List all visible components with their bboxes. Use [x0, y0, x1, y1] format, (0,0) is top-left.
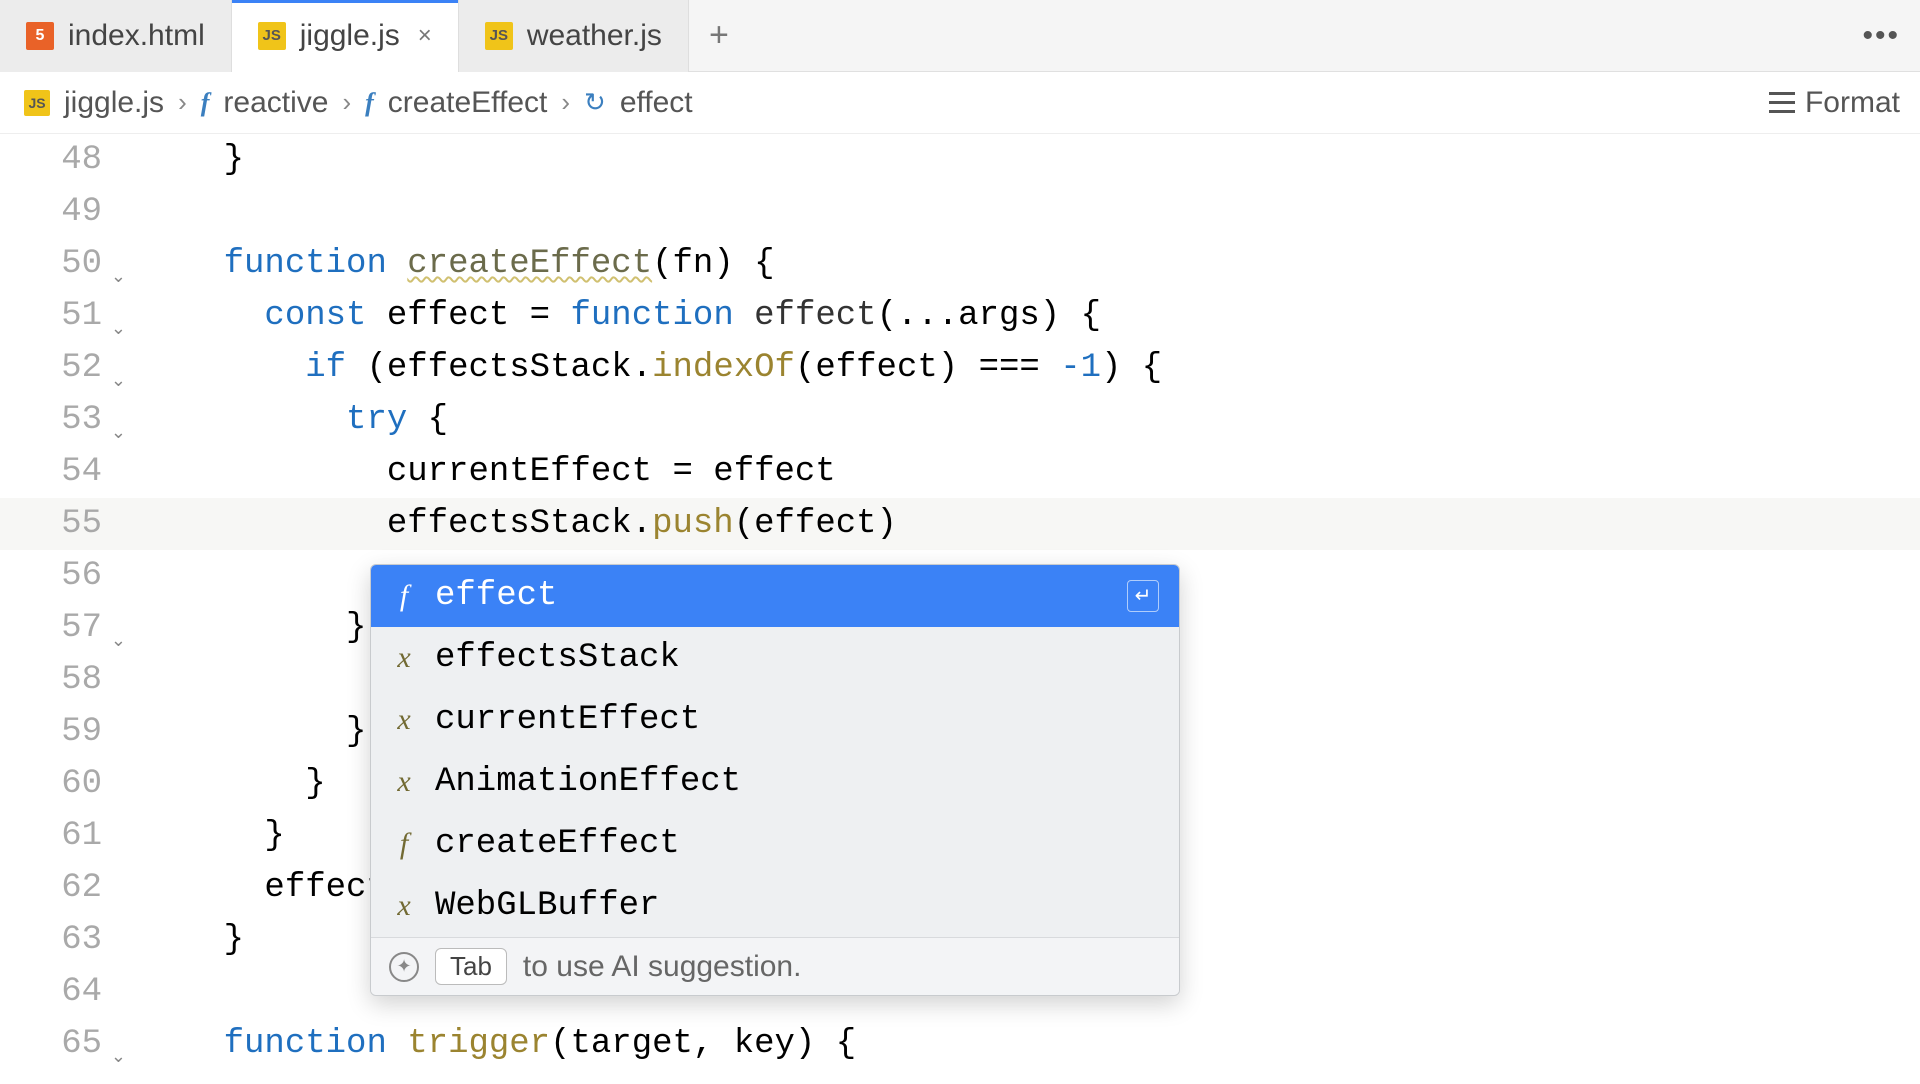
chevron-right-icon: ›	[561, 87, 570, 118]
autocomplete-label: AnimationEffect	[435, 763, 741, 801]
code-line[interactable]: 50⌄ function createEffect(fn) {	[0, 238, 1920, 290]
code-text: }	[142, 706, 366, 758]
code-line[interactable]: 54 currentEffect = effect	[0, 446, 1920, 498]
line-number: 56	[0, 550, 112, 602]
chevron-right-icon: ›	[178, 87, 187, 118]
tab-jiggle-js[interactable]: JS jiggle.js ×	[232, 0, 459, 72]
code-text: }	[142, 914, 244, 966]
fold-chevron-icon[interactable]: ⌄	[111, 616, 126, 668]
breadcrumb-item[interactable]: reactive	[223, 86, 328, 120]
fold-chevron-icon[interactable]: ⌄	[111, 356, 126, 408]
js-file-icon: JS	[258, 22, 286, 50]
tab-index-html[interactable]: 5 index.html	[0, 0, 232, 72]
variable-kind-icon: x	[391, 703, 417, 737]
autocomplete-item[interactable]: f createEffect	[371, 813, 1179, 875]
function-icon: f	[365, 88, 374, 118]
line-number: 48	[0, 134, 112, 186]
code-text: }	[142, 758, 326, 810]
autocomplete-item[interactable]: x WebGLBuffer	[371, 875, 1179, 937]
line-number: 54	[0, 446, 112, 498]
line-number: 50⌄	[0, 238, 112, 290]
format-label: Format	[1805, 86, 1900, 120]
line-number: 58	[0, 654, 112, 706]
autocomplete-item[interactable]: x effectsStack	[371, 627, 1179, 689]
code-line[interactable]: 51⌄ const effect = function effect(...ar…	[0, 290, 1920, 342]
chevron-right-icon: ›	[342, 87, 351, 118]
format-button[interactable]: Format	[1769, 72, 1900, 134]
code-line[interactable]: 48 }	[0, 134, 1920, 186]
code-text: function trigger(target, key) {	[142, 1018, 856, 1070]
breadcrumb-file[interactable]: jiggle.js	[64, 86, 164, 120]
line-number: 51⌄	[0, 290, 112, 342]
line-number: 65⌄	[0, 1018, 112, 1070]
js-file-icon: JS	[24, 90, 50, 116]
autocomplete-item[interactable]: x AnimationEffect	[371, 751, 1179, 813]
tab-overflow-button[interactable]: •••	[1862, 0, 1900, 72]
fold-chevron-icon[interactable]: ⌄	[111, 304, 126, 356]
code-text: currentEffect = effect	[142, 446, 836, 498]
code-text: const effect = function effect(...args) …	[142, 290, 1101, 342]
line-number: 52⌄	[0, 342, 112, 394]
fold-chevron-icon[interactable]: ⌄	[111, 1032, 126, 1084]
code-text: }	[142, 810, 285, 862]
tab-label: jiggle.js	[300, 19, 400, 53]
enter-key-icon: ↵	[1127, 580, 1159, 612]
function-kind-icon: f	[391, 579, 417, 613]
js-file-icon: JS	[485, 22, 513, 50]
line-number: 62	[0, 862, 112, 914]
autocomplete-label: createEffect	[435, 825, 680, 863]
ai-hint-text: to use AI suggestion.	[523, 950, 802, 984]
line-number: 49	[0, 186, 112, 238]
tab-key-badge: Tab	[435, 948, 507, 985]
code-line[interactable]: 53⌄ try {	[0, 394, 1920, 446]
tab-bar: 5 index.html JS jiggle.js × JS weather.js + ••…	[0, 0, 1920, 72]
autocomplete-label: effect	[435, 577, 557, 615]
code-line[interactable]: 55 effectsStack.push(effect)	[0, 498, 1920, 550]
variable-kind-icon: x	[391, 641, 417, 675]
code-text: effectsStack.push(effect)	[142, 498, 897, 550]
refresh-icon: ↻	[584, 87, 606, 118]
autocomplete-label: currentEffect	[435, 701, 700, 739]
autocomplete-label: effectsStack	[435, 639, 680, 677]
code-line[interactable]: 52⌄ if (effectsStack.indexOf(effect) ===…	[0, 342, 1920, 394]
new-tab-button[interactable]: +	[689, 0, 749, 72]
close-icon[interactable]: ×	[418, 22, 432, 50]
function-kind-icon: f	[391, 827, 417, 861]
autocomplete-label: WebGLBuffer	[435, 887, 659, 925]
autocomplete-popup: feffect↵xeffectsStackxcurrentEffectxAnim…	[370, 564, 1180, 996]
fold-chevron-icon[interactable]: ⌄	[111, 408, 126, 460]
line-number: 61	[0, 810, 112, 862]
code-text: try {	[142, 394, 448, 446]
tab-label: index.html	[68, 19, 205, 53]
autocomplete-item[interactable]: feffect ↵	[371, 565, 1179, 627]
tab-label: weather.js	[527, 19, 662, 53]
breadcrumb-item[interactable]: createEffect	[388, 86, 548, 120]
variable-kind-icon: x	[391, 765, 417, 799]
line-number: 53⌄	[0, 394, 112, 446]
line-number: 57⌄	[0, 602, 112, 654]
line-number: 55	[0, 498, 112, 550]
html-file-icon: 5	[26, 22, 54, 50]
line-number: 63	[0, 914, 112, 966]
line-number: 64	[0, 966, 112, 1018]
tab-weather-js[interactable]: JS weather.js	[459, 0, 689, 72]
code-line[interactable]: 65⌄ function trigger(target, key) {	[0, 1018, 1920, 1070]
ai-sparkle-icon: ✦	[389, 952, 419, 982]
line-number: 60	[0, 758, 112, 810]
breadcrumb-item[interactable]: effect	[620, 86, 693, 120]
code-text: if (effectsStack.indexOf(effect) === -1)…	[142, 342, 1162, 394]
function-icon: f	[201, 88, 210, 118]
autocomplete-footer: ✦ Tab to use AI suggestion.	[371, 937, 1179, 995]
code-text: effect	[142, 862, 387, 914]
code-text: }	[142, 134, 244, 186]
format-icon	[1769, 92, 1795, 114]
variable-kind-icon: x	[391, 889, 417, 923]
breadcrumb: JS jiggle.js › f reactive › f createEffect › ↻ e…	[0, 72, 1920, 134]
code-line[interactable]: 49	[0, 186, 1920, 238]
line-number: 59	[0, 706, 112, 758]
code-text: function createEffect(fn) {	[142, 238, 775, 290]
fold-chevron-icon[interactable]: ⌄	[111, 252, 126, 304]
code-text: }	[142, 602, 366, 654]
autocomplete-item[interactable]: x currentEffect	[371, 689, 1179, 751]
